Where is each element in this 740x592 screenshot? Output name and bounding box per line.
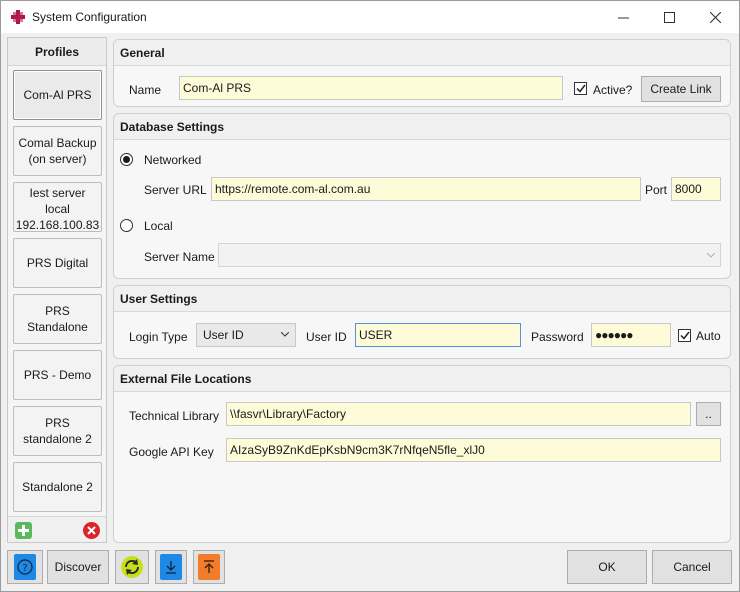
- discover-button[interactable]: Discover: [47, 550, 109, 584]
- networked-label: Networked: [144, 153, 202, 167]
- cancel-label: Cancel: [673, 560, 711, 574]
- refresh-button[interactable]: [115, 550, 149, 584]
- x-icon: [87, 526, 96, 535]
- profile-label: PRS Standalone: [27, 304, 88, 334]
- plus-icon: [18, 525, 29, 536]
- auto-label: Auto: [696, 329, 721, 343]
- login-type-select[interactable]: User ID: [196, 323, 296, 347]
- profile-item[interactable]: Comal Backup (on server): [13, 126, 102, 176]
- google-api-key-label: Google API Key: [129, 445, 214, 459]
- cancel-button[interactable]: Cancel: [652, 550, 732, 584]
- profiles-footer: [8, 516, 106, 542]
- server-url-label: Server URL: [144, 183, 207, 197]
- port-input[interactable]: 8000: [671, 177, 721, 201]
- user-settings-header: User Settings: [114, 286, 730, 312]
- server-name-label: Server Name: [144, 250, 215, 264]
- export-button[interactable]: [193, 550, 225, 584]
- minimize-icon: [617, 17, 629, 18]
- close-icon: [709, 11, 721, 23]
- profile-label: Standalone 2: [22, 480, 93, 494]
- chevron-down-icon: [281, 332, 289, 337]
- upload-icon: [198, 554, 220, 580]
- maximize-button[interactable]: [646, 1, 692, 33]
- ok-button[interactable]: OK: [567, 550, 647, 584]
- name-input[interactable]: Com-Al PRS: [179, 76, 563, 100]
- create-link-button[interactable]: Create Link: [641, 76, 721, 102]
- profile-label: Com-Al PRS: [23, 88, 92, 102]
- database-settings-header: Database Settings: [114, 114, 730, 140]
- general-section: General Name Com-Al PRS Active? Create L…: [113, 39, 731, 107]
- import-button[interactable]: [155, 550, 187, 584]
- discover-label: Discover: [54, 560, 102, 574]
- create-link-label: Create Link: [650, 82, 712, 96]
- login-type-value: User ID: [203, 328, 244, 342]
- browse-label: ..: [705, 407, 712, 421]
- profile-item[interactable]: PRS Digital: [13, 238, 102, 288]
- profile-label: Iest server local 192.168.100.83: [15, 186, 100, 232]
- svg-text:?: ?: [22, 563, 27, 574]
- port-label: Port: [645, 183, 668, 197]
- browse-button[interactable]: ..: [696, 402, 721, 426]
- server-name-select[interactable]: [218, 243, 721, 267]
- minimize-button[interactable]: [600, 1, 646, 33]
- database-settings-section: Database Settings Networked Server URL h…: [113, 113, 731, 279]
- profile-label: Comal Backup (on server): [18, 136, 97, 166]
- app-icon: [11, 10, 25, 24]
- technical-library-input[interactable]: \\fasvr\Library\Factory: [226, 402, 691, 426]
- profile-item[interactable]: Iest server local 192.168.100.83: [13, 182, 102, 232]
- profile-item[interactable]: Standalone 2: [13, 462, 102, 512]
- profile-label: PRS - Demo: [23, 368, 92, 382]
- active-label: Active?: [593, 83, 633, 97]
- general-header: General: [114, 40, 730, 66]
- technical-library-label: Technical Library: [129, 409, 220, 423]
- profile-item[interactable]: PRS Standalone: [13, 294, 102, 344]
- networked-radio[interactable]: [120, 153, 133, 166]
- password-label: Password: [531, 330, 584, 344]
- active-checkbox[interactable]: [574, 82, 587, 95]
- profile-label: PRS Digital: [26, 256, 89, 270]
- name-label: Name: [129, 83, 162, 97]
- profile-item[interactable]: PRS - Demo: [13, 350, 102, 400]
- profiles-header: Profiles: [8, 38, 106, 66]
- ok-label: OK: [598, 560, 616, 574]
- question-icon: ?: [14, 554, 36, 580]
- profile-label: PRS standalone 2: [23, 416, 92, 446]
- maximize-icon: [663, 11, 675, 23]
- local-radio[interactable]: [120, 219, 133, 232]
- window-title: System Configuration: [32, 10, 147, 24]
- refresh-icon: [121, 556, 143, 578]
- remove-profile-button[interactable]: [83, 522, 100, 539]
- system-configuration-window: System Configuration Profiles Com-Al PRS…: [0, 0, 740, 592]
- server-url-input[interactable]: https://remote.com-al.com.au: [211, 177, 641, 201]
- checkmark-icon: [575, 84, 586, 93]
- profile-item[interactable]: PRS standalone 2: [13, 406, 102, 456]
- auto-checkbox[interactable]: [678, 329, 691, 342]
- profiles-panel: Profiles Com-Al PRS Comal Backup (on ser…: [7, 37, 107, 543]
- help-button[interactable]: ?: [7, 550, 43, 584]
- google-api-key-input[interactable]: AIzaSyB9ZnKdEpKsbN9cm3K7rNfqeN5fle_xlJ0: [226, 438, 721, 462]
- password-input[interactable]: ●●●●●●: [591, 323, 671, 347]
- login-type-label: Login Type: [129, 330, 188, 344]
- close-button[interactable]: [692, 1, 738, 33]
- external-files-header: External File Locations: [114, 366, 730, 392]
- add-profile-button[interactable]: [15, 522, 32, 539]
- checkmark-icon: [679, 331, 690, 340]
- user-settings-section: User Settings Login Type User ID User ID…: [113, 285, 731, 359]
- local-label: Local: [144, 219, 173, 233]
- download-icon: [160, 554, 182, 580]
- user-id-label: User ID: [306, 330, 347, 344]
- external-files-section: External File Locations Technical Librar…: [113, 365, 731, 543]
- profile-item[interactable]: Com-Al PRS: [13, 70, 102, 120]
- title-bar: System Configuration: [1, 1, 739, 33]
- user-id-input[interactable]: USER: [355, 323, 521, 347]
- chevron-down-icon: [707, 253, 715, 258]
